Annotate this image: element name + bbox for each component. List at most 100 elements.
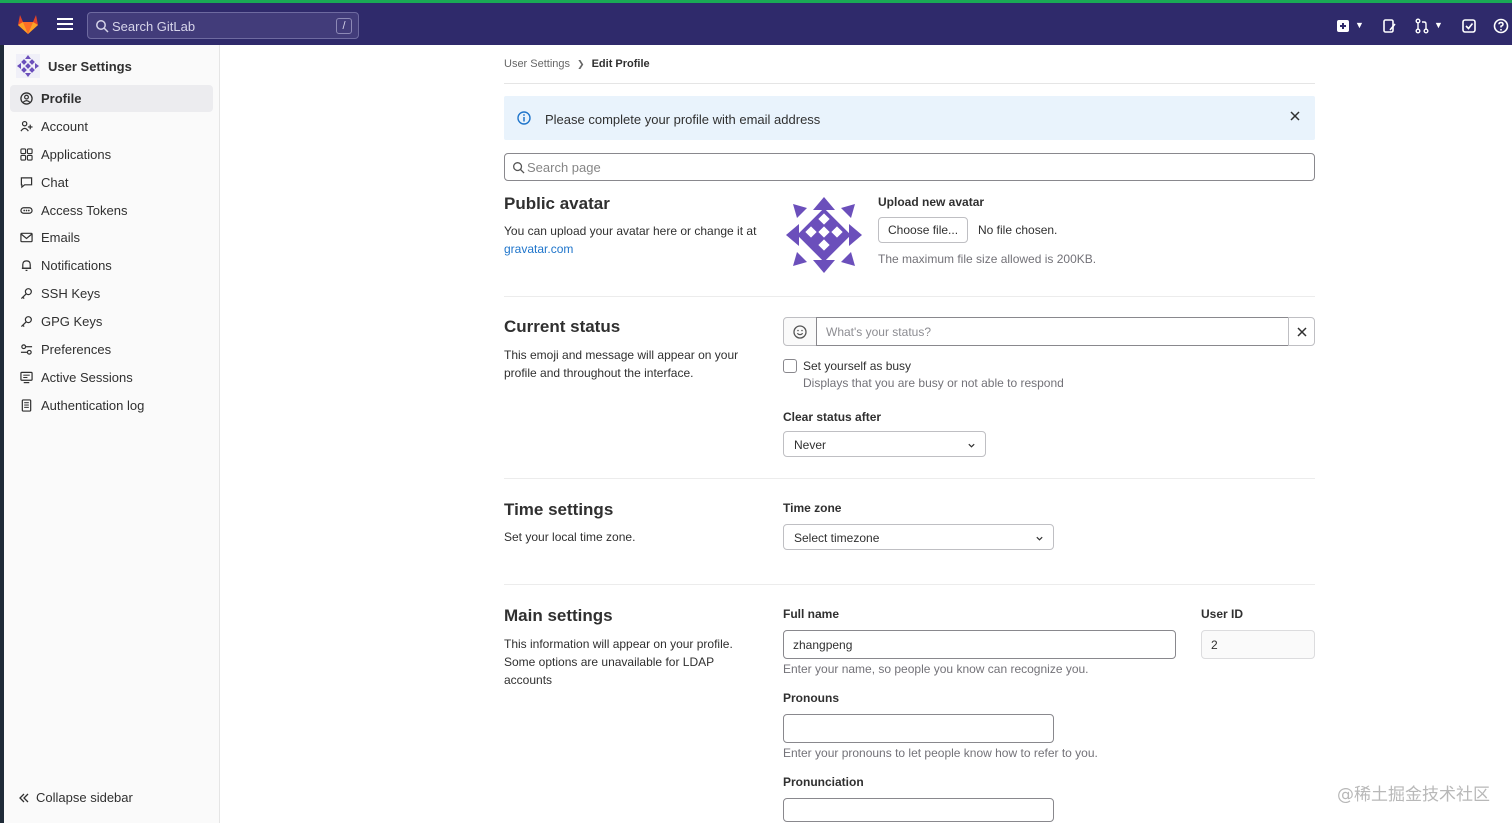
smiley-icon — [793, 325, 807, 339]
time-zone-label: Time zone — [783, 501, 842, 515]
main-settings-description: This information will appear on your pro… — [504, 637, 733, 687]
sidebar-item-emails[interactable]: Emails — [10, 224, 213, 251]
clear-status-button[interactable] — [1288, 317, 1315, 346]
close-icon[interactable] — [1289, 110, 1301, 122]
emoji-picker-button[interactable] — [783, 317, 817, 346]
sidebar-item-label: Authentication log — [41, 397, 145, 413]
chat-icon — [20, 176, 33, 189]
create-new-icon[interactable] — [1335, 18, 1351, 34]
log-icon — [21, 399, 32, 412]
pronunciation-label: Pronunciation — [783, 775, 864, 789]
page-search-input[interactable] — [527, 157, 1297, 177]
chevron-down-icon — [1036, 536, 1043, 541]
divider — [504, 584, 1315, 585]
tanuki-logo-icon[interactable] — [16, 12, 40, 36]
sidebar-item-label: Account — [41, 118, 88, 134]
upload-avatar-label: Upload new avatar — [878, 195, 985, 209]
hamburger-icon[interactable] — [55, 15, 75, 33]
full-name-label: Full name — [783, 607, 840, 621]
sidebar-title: User Settings — [48, 58, 132, 74]
account-icon — [20, 120, 33, 132]
sidebar-item-access-tokens[interactable]: Access Tokens — [10, 197, 213, 224]
choose-file-button[interactable]: Choose file... — [878, 217, 969, 243]
search-icon — [513, 162, 525, 174]
key-icon — [20, 316, 32, 328]
busy-checkbox[interactable] — [783, 359, 797, 373]
full-name-input[interactable] — [783, 630, 1176, 659]
bell-icon — [21, 260, 32, 272]
pronunciation-input[interactable] — [783, 798, 1054, 822]
divider — [504, 296, 1315, 297]
no-file-text: No file chosen. — [978, 223, 1058, 237]
user-id-input[interactable] — [1201, 630, 1315, 659]
sidebar-nav: Profile Account Applications Chat Access… — [10, 85, 213, 420]
watermark: @稀土掘金技术社区 — [1337, 785, 1490, 805]
time-settings-description: Set your local time zone. — [504, 530, 636, 544]
breadcrumb-user-settings[interactable]: User Settings — [504, 58, 570, 70]
current-status-heading: Current status — [504, 317, 621, 336]
profile-icon — [20, 92, 33, 105]
sidebar-item-preferences[interactable]: Preferences — [10, 336, 213, 363]
sidebar-item-gpg-keys[interactable]: GPG Keys — [10, 308, 213, 335]
chevron-down-icon — [968, 443, 975, 448]
chevron-down-icon[interactable]: ▼ — [1355, 20, 1364, 30]
timezone-select[interactable]: Select timezone — [783, 524, 1054, 550]
sidebar-item-chat[interactable]: Chat — [10, 169, 213, 196]
sidebar-item-label: Preferences — [41, 342, 112, 358]
search-shortcut-key: / — [336, 18, 352, 34]
status-field — [783, 317, 1315, 346]
sidebar-item-label: Applications — [41, 146, 112, 162]
top-navbar: Search GitLab / ▼ ▼ — [0, 0, 1512, 45]
sidebar-item-profile[interactable]: Profile — [10, 85, 213, 112]
merge-requests-icon[interactable] — [1414, 18, 1430, 34]
monitor-icon — [20, 371, 33, 384]
search-icon — [96, 20, 109, 33]
user-avatar — [16, 54, 40, 78]
close-icon — [1297, 327, 1307, 337]
sidebar-item-label: SSH Keys — [41, 286, 101, 302]
settings-sidebar: User Settings Profile Account Applicatio… — [4, 45, 220, 823]
token-icon — [20, 206, 33, 214]
sidebar-item-authentication-log[interactable]: Authentication log — [10, 392, 213, 419]
public-avatar-heading: Public avatar — [504, 194, 610, 213]
sidebar-header[interactable]: User Settings — [16, 53, 132, 79]
main-settings-heading: Main settings — [504, 606, 613, 625]
divider — [504, 83, 1315, 84]
collapse-sidebar-button[interactable]: Collapse sidebar — [18, 790, 133, 805]
preferences-icon — [20, 344, 33, 355]
help-icon[interactable] — [1493, 18, 1509, 34]
timezone-value: Select timezone — [794, 531, 880, 545]
global-search-input[interactable]: Search GitLab / — [87, 12, 359, 39]
pronouns-input[interactable] — [783, 714, 1054, 743]
global-search-placeholder: Search GitLab — [112, 19, 196, 34]
clear-status-after-select[interactable]: Never — [783, 431, 986, 457]
sidebar-item-active-sessions[interactable]: Active Sessions — [10, 364, 213, 391]
alert-message: Please complete your profile with email … — [545, 112, 821, 127]
busy-label[interactable]: Set yourself as busy — [803, 359, 911, 373]
sidebar-item-account[interactable]: Account — [10, 113, 213, 140]
gravatar-link[interactable]: gravatar.com — [504, 242, 573, 256]
full-name-help: Enter your name, so people you know can … — [783, 662, 1089, 676]
mail-icon — [20, 233, 33, 243]
double-chevron-left-icon — [19, 793, 29, 802]
chevron-down-icon[interactable]: ▼ — [1434, 20, 1443, 30]
sidebar-item-label: Notifications — [41, 258, 112, 274]
busy-help: Displays that you are busy or not able t… — [803, 376, 1064, 390]
sidebar-item-notifications[interactable]: Notifications — [10, 252, 213, 279]
sidebar-item-ssh-keys[interactable]: SSH Keys — [10, 280, 213, 307]
breadcrumb-edit-profile[interactable]: Edit Profile — [592, 58, 650, 70]
sidebar-item-label: GPG Keys — [41, 314, 103, 330]
current-avatar-image — [783, 194, 865, 276]
avatar-desc-text: You can upload your avatar here or chang… — [504, 224, 757, 238]
sidebar-item-label: Active Sessions — [41, 369, 133, 385]
clear-status-after-label: Clear status after — [783, 410, 882, 424]
sidebar-item-label: Emails — [41, 230, 81, 246]
todo-icon[interactable] — [1461, 18, 1477, 34]
sidebar-item-label: Access Tokens — [41, 202, 128, 218]
current-status-description: This emoji and message will appear on yo… — [504, 348, 739, 380]
status-message-input[interactable] — [816, 317, 1289, 346]
sidebar-item-label: Chat — [41, 174, 69, 190]
applications-icon — [20, 148, 33, 161]
issues-icon[interactable] — [1381, 18, 1397, 34]
sidebar-item-applications[interactable]: Applications — [10, 141, 213, 168]
